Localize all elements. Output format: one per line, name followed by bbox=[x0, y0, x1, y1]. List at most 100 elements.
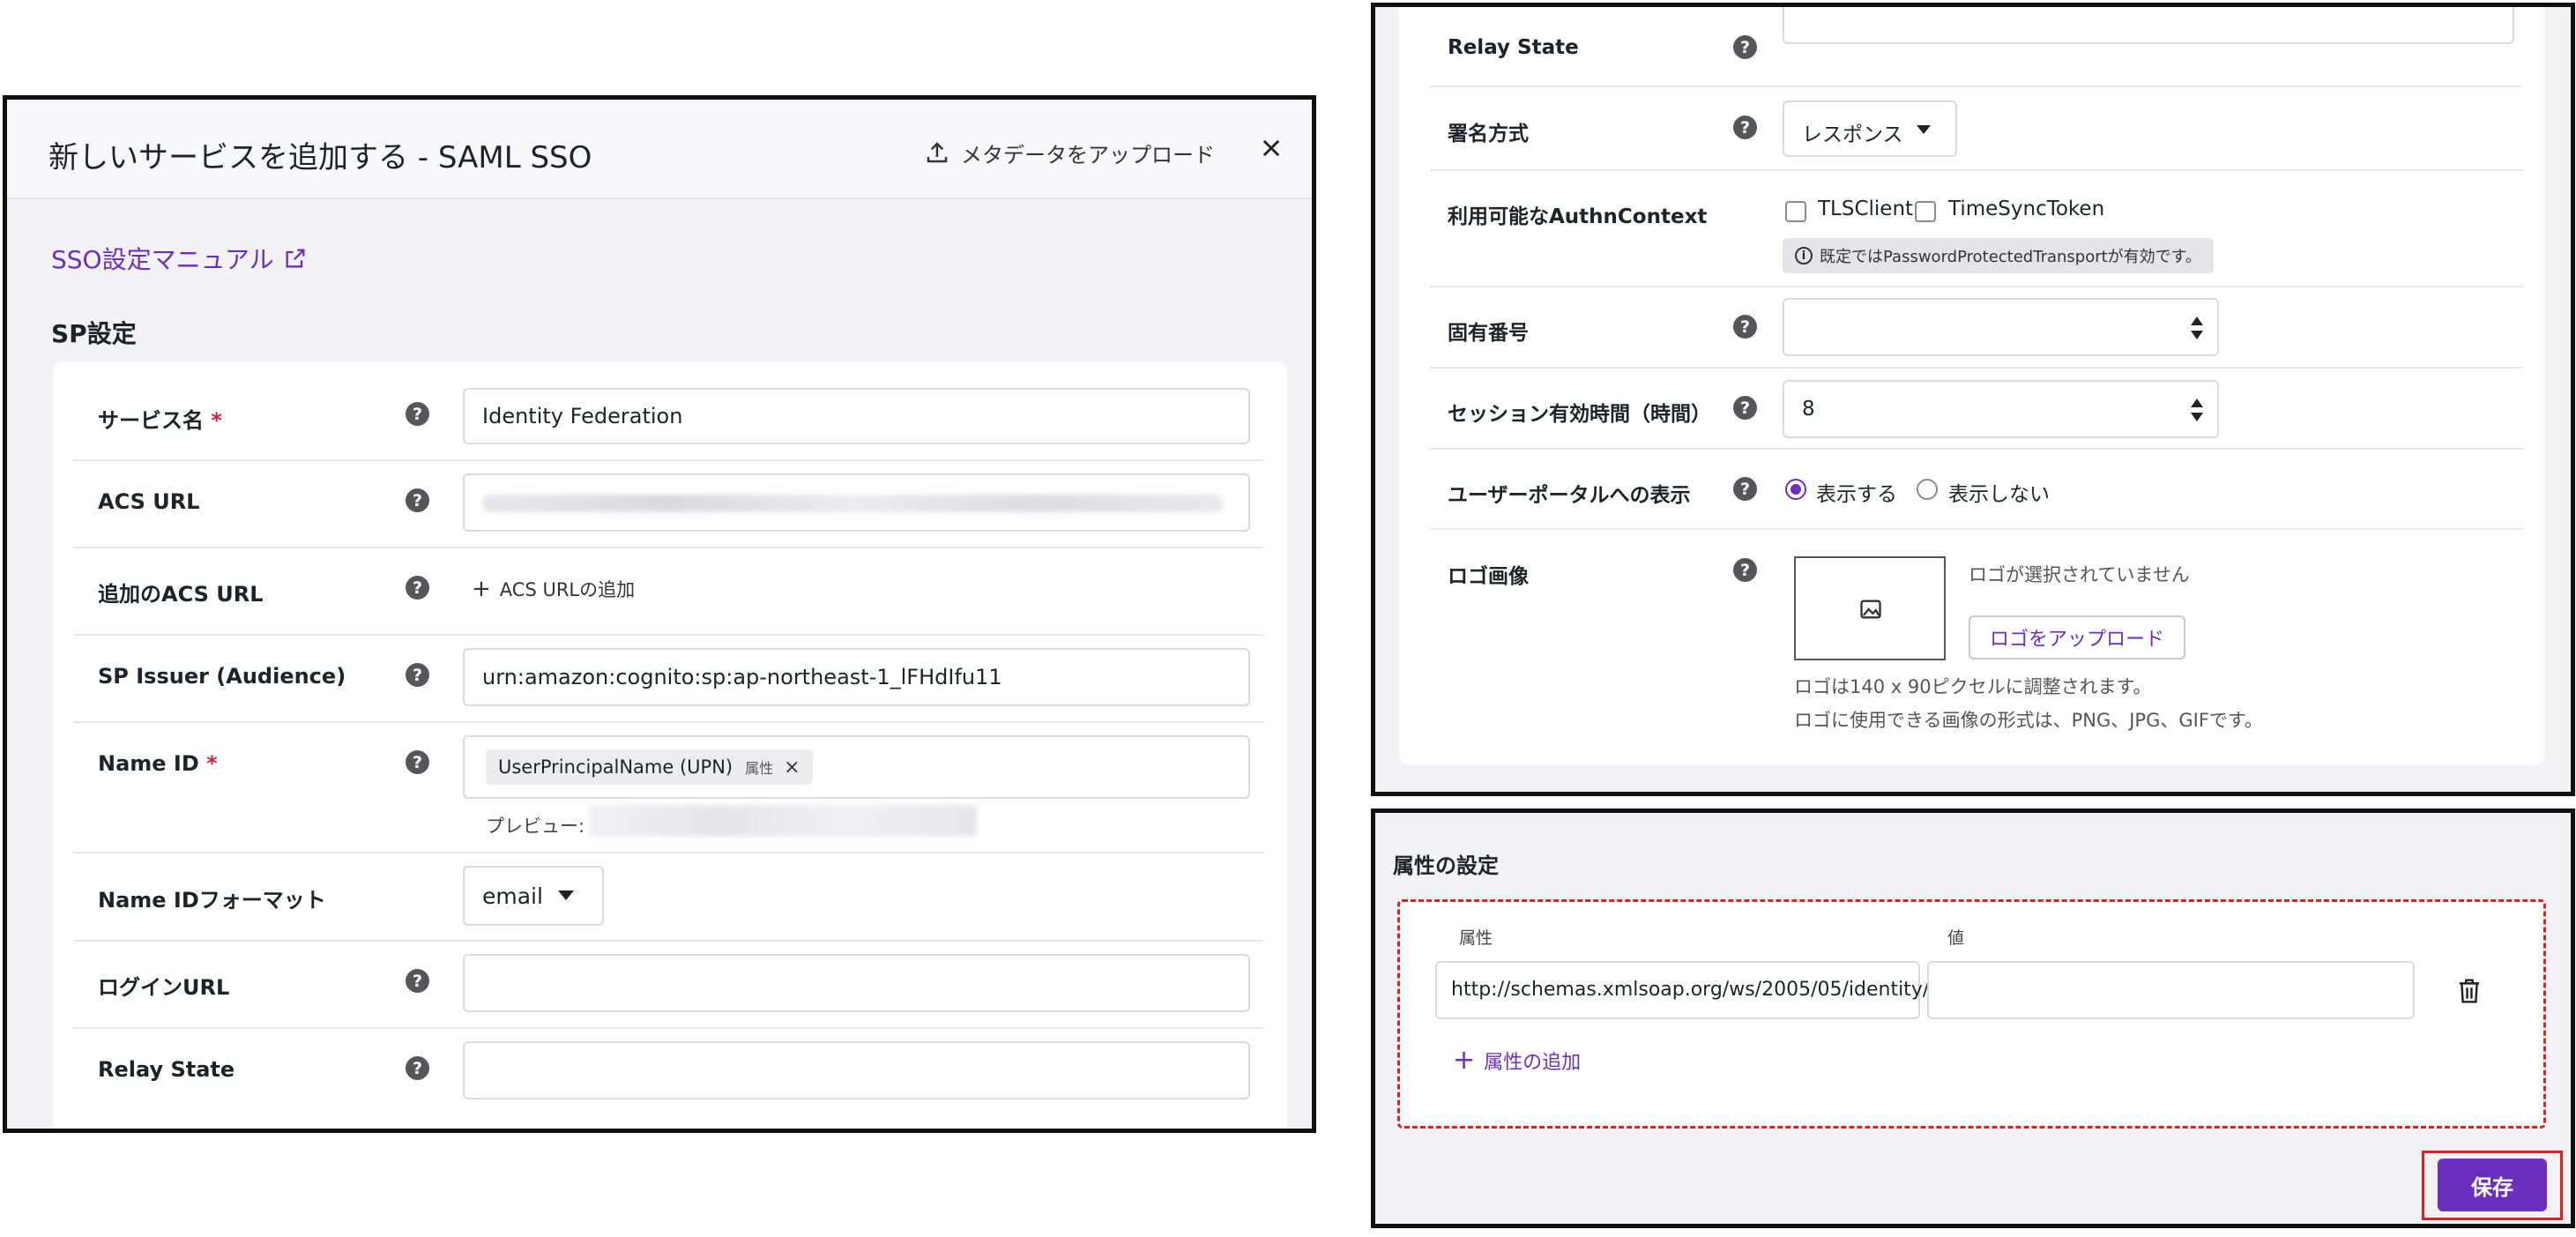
question-circle-icon[interactable]: ? bbox=[406, 750, 429, 774]
session-duration-label: セッション有効時間（時間） bbox=[1448, 403, 1711, 426]
logo-label: ロゴ画像 bbox=[1448, 565, 1529, 588]
sso-manual-link[interactable]: SSO設定マニュアル bbox=[51, 241, 308, 276]
question-circle-icon[interactable]: ? bbox=[1733, 477, 1757, 501]
name-id-format-value: email bbox=[482, 883, 543, 909]
acs-url-label: ACS URL bbox=[98, 489, 200, 514]
add-attribute-label: 属性の追加 bbox=[1484, 1052, 1582, 1074]
row-divider bbox=[73, 634, 1263, 636]
logo-none-selected: ロゴが選択されていません bbox=[1969, 564, 2190, 585]
caret-down-icon bbox=[1917, 125, 1931, 134]
row-divider bbox=[73, 1027, 1263, 1029]
name-id-format-select[interactable]: email bbox=[463, 866, 604, 926]
tlsclient-label: TLSClient bbox=[1818, 197, 1914, 220]
row-divider bbox=[73, 459, 1263, 461]
login-url-input[interactable] bbox=[463, 954, 1250, 1012]
question-circle-icon[interactable]: ? bbox=[1733, 35, 1757, 59]
service-name-input[interactable]: Identity Federation bbox=[463, 388, 1250, 444]
timesynctoken-checkbox[interactable] bbox=[1915, 201, 1936, 222]
question-circle-icon[interactable]: ? bbox=[1733, 116, 1757, 139]
trash-icon[interactable] bbox=[2456, 977, 2483, 1009]
name-id-chip: UserPrincipalName (UPN) 属性 × bbox=[486, 749, 813, 785]
sp-issuer-value: urn:amazon:cognito:sp:ap-northeast-1_lFH… bbox=[482, 665, 1002, 689]
signing-method-select[interactable]: レスポンス bbox=[1783, 101, 1957, 157]
value-column-header: 値 bbox=[1947, 928, 1965, 948]
close-icon[interactable] bbox=[1259, 136, 1284, 160]
relay-state-input[interactable] bbox=[463, 1041, 1250, 1099]
question-circle-icon[interactable]: ? bbox=[406, 969, 429, 993]
row-divider bbox=[73, 940, 1263, 942]
stepper-icon[interactable] bbox=[2190, 315, 2204, 341]
attribute-value-input[interactable] bbox=[1927, 961, 2415, 1019]
question-circle-icon[interactable]: ? bbox=[1733, 396, 1757, 420]
upload-metadata-label: メタデータをアップロード bbox=[961, 142, 1215, 168]
external-link-icon bbox=[283, 246, 308, 271]
acs-url-input[interactable] bbox=[463, 473, 1250, 532]
hide-radio[interactable] bbox=[1917, 479, 1938, 500]
stepper-icon[interactable] bbox=[2190, 397, 2204, 423]
row-divider bbox=[1430, 367, 2523, 369]
add-acs-url-button[interactable]: + ACS URLの追加 bbox=[472, 576, 635, 602]
info-circle-icon: i bbox=[1795, 247, 1813, 265]
blurred-value bbox=[482, 495, 1223, 512]
timesynctoken-label: TimeSyncToken bbox=[1948, 197, 2105, 220]
signing-method-label: 署名方式 bbox=[1448, 123, 1529, 145]
sp-section-title: SP設定 bbox=[51, 319, 137, 348]
tlsclient-checkbox[interactable] bbox=[1785, 201, 1806, 222]
question-circle-icon[interactable]: ? bbox=[1733, 558, 1757, 582]
add-service-modal: 新しいサービスを追加する - SAML SSO メタデータをアップロード SSO… bbox=[3, 95, 1316, 1133]
session-duration-input[interactable]: 8 bbox=[1783, 380, 2219, 438]
attr-column-header: 属性 bbox=[1459, 928, 1493, 948]
image-placeholder-icon bbox=[1858, 597, 1883, 625]
show-radio[interactable] bbox=[1785, 479, 1806, 500]
advanced-settings-panel: Relay State ? 署名方式 ? レスポンス 利用可能なAuthnCon… bbox=[1371, 3, 2575, 796]
user-portal-label: ユーザーポータルへの表示 bbox=[1448, 484, 1691, 507]
session-duration-value: 8 bbox=[1802, 398, 1815, 421]
row-divider bbox=[1430, 528, 2523, 530]
row-divider bbox=[73, 547, 1263, 548]
chip-tag: 属性 bbox=[745, 760, 774, 777]
question-circle-icon[interactable]: ? bbox=[406, 488, 429, 512]
chip-text: UserPrincipalName (UPN) bbox=[498, 756, 733, 778]
save-button[interactable]: 保存 bbox=[2438, 1159, 2547, 1211]
sp-issuer-input[interactable]: urn:amazon:cognito:sp:ap-northeast-1_lFH… bbox=[463, 648, 1250, 706]
upload-logo-button[interactable]: ロゴをアップロード bbox=[1969, 615, 2185, 659]
caret-down-icon bbox=[558, 890, 574, 900]
service-name-value: Identity Federation bbox=[482, 404, 683, 428]
attributes-title: 属性の設定 bbox=[1393, 853, 1499, 878]
attributes-panel: 属性の設定 属性 値 http://schemas.xmlsoap.org/ws… bbox=[1371, 809, 2575, 1228]
row-divider bbox=[73, 852, 1263, 853]
sso-manual-label: SSO設定マニュアル bbox=[51, 245, 274, 274]
question-circle-icon[interactable]: ? bbox=[406, 1056, 429, 1080]
name-id-input[interactable]: UserPrincipalName (UPN) 属性 × bbox=[463, 735, 1250, 799]
preview-label: プレビュー: bbox=[486, 816, 585, 837]
row-divider bbox=[73, 721, 1263, 723]
signing-method-value: レスポンス bbox=[1802, 123, 1903, 146]
modal-title: 新しいサービスを追加する - SAML SSO bbox=[48, 140, 592, 175]
question-circle-icon[interactable]: ? bbox=[1733, 315, 1757, 339]
logo-format-note: ロゴに使用できる画像の形式は、PNG、JPG、GIFです。 bbox=[1794, 710, 2263, 731]
row-divider bbox=[1430, 448, 2523, 450]
name-id-label: Name ID * bbox=[98, 751, 218, 776]
authn-note-text: 既定ではPasswordProtectedTransportが有効です。 bbox=[1820, 248, 2201, 266]
question-circle-icon[interactable]: ? bbox=[406, 402, 429, 426]
show-label: 表示する bbox=[1816, 483, 1897, 506]
preview-blurred-value bbox=[589, 805, 977, 837]
authn-context-note: i 既定ではPasswordProtectedTransportが有効です。 bbox=[1783, 238, 2214, 273]
plus-icon: + bbox=[472, 576, 491, 602]
plus-icon: + bbox=[1453, 1045, 1476, 1076]
relay-state-input[interactable] bbox=[1783, 7, 2514, 44]
chip-remove-icon[interactable]: × bbox=[784, 756, 800, 779]
add-attribute-button[interactable]: + 属性の追加 bbox=[1453, 1047, 1581, 1075]
row-divider bbox=[1430, 86, 2523, 87]
service-name-label: サービス名 * bbox=[98, 408, 222, 433]
upload-metadata-button[interactable]: メタデータをアップロード bbox=[924, 135, 1215, 170]
attribute-name-input[interactable]: http://schemas.xmlsoap.org/ws/2005/05/id… bbox=[1435, 961, 1929, 1019]
question-circle-icon[interactable]: ? bbox=[406, 576, 429, 600]
unique-number-input[interactable] bbox=[1783, 298, 2219, 356]
question-circle-icon[interactable]: ? bbox=[406, 663, 429, 687]
add-acs-url-label: ACS URLの追加 bbox=[499, 579, 636, 600]
attribute-name-value: http://schemas.xmlsoap.org/ws/2005/05/id… bbox=[1451, 979, 1930, 1001]
unique-number-label: 固有番号 bbox=[1448, 322, 1529, 345]
upload-logo-label: ロゴをアップロード bbox=[1989, 629, 2164, 651]
row-divider bbox=[1430, 286, 2523, 287]
